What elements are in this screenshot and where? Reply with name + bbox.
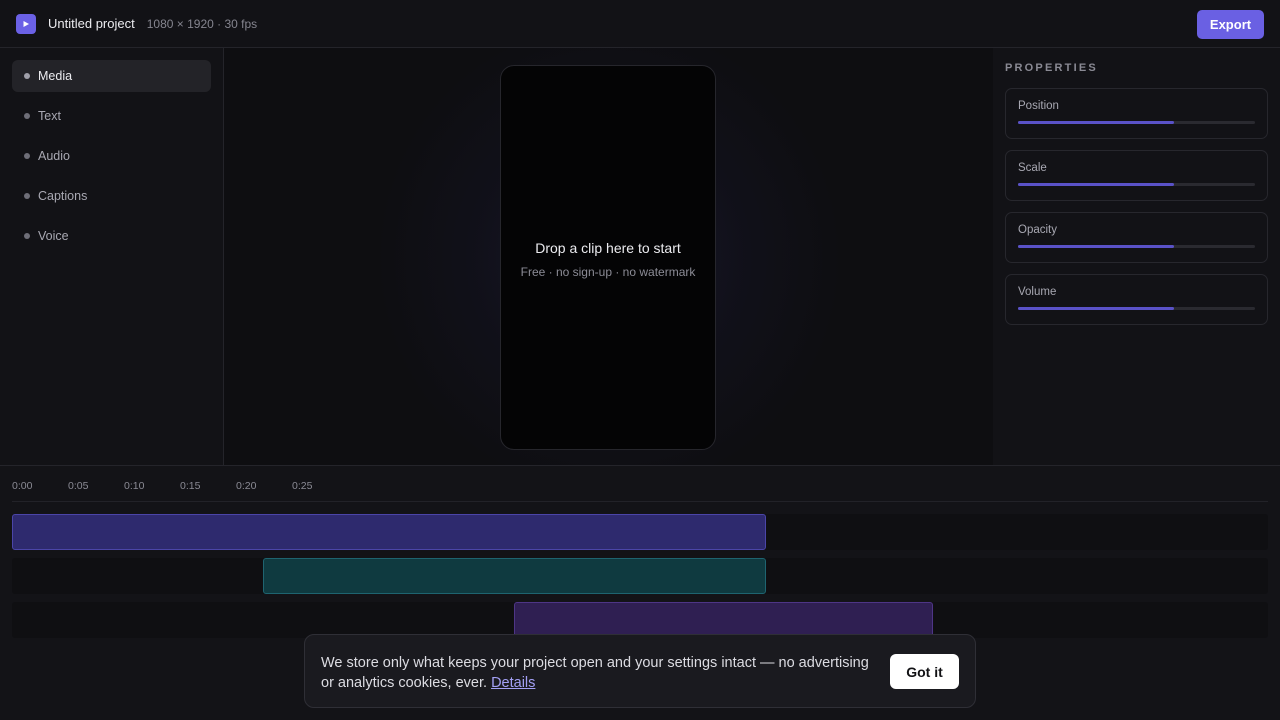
cookie-banner: We store only what keeps your project op… [304,634,976,708]
sidebar-item-audio[interactable]: Audio [12,140,211,172]
time-tick: 0:00 [12,480,33,492]
drop-zone-subtitle: Free · no sign-up · no watermark [520,265,696,279]
sidebar-item-text[interactable]: Text [12,100,211,132]
drop-zone[interactable]: Drop a clip here to start Free · no sign… [500,65,716,450]
property-label: Position [1018,100,1059,112]
property-volume: Volume [1005,274,1268,325]
property-label: Scale [1018,162,1047,174]
sidebar-item-captions[interactable]: Captions [12,180,211,212]
video-track [12,514,1268,550]
time-tick: 0:10 [124,480,145,492]
play-icon [16,13,36,34]
bullet-icon [24,193,30,199]
properties-title: PROPERTIES [1005,62,1098,74]
volume-slider[interactable] [1018,307,1255,310]
accept-cookies-button[interactable]: Got it [890,654,959,689]
audio-clip[interactable] [514,602,933,638]
sidebar-item-label: Media [38,69,73,83]
top-bar: Untitled project 1080 × 1920 · 30 fps Ex… [0,0,1280,48]
time-tick: 0:15 [180,480,201,492]
property-position: Position [1005,88,1268,139]
property-label: Opacity [1018,224,1057,236]
sidebar-item-label: Voice [38,229,69,243]
bullet-icon [24,73,30,79]
sidebar-item-label: Captions [38,189,88,203]
property-label: Volume [1018,286,1057,298]
timeline-ruler[interactable]: 0:00 0:05 0:10 0:15 0:20 0:25 [12,466,1268,502]
preview-stage: Drop a clip here to start Free · no sign… [224,48,993,465]
audio-track [12,602,1268,638]
project-title[interactable]: Untitled project [48,16,135,31]
text-clip[interactable] [263,558,766,594]
sidebar-item-label: Audio [38,149,70,163]
slider-fill [1018,183,1175,186]
sidebar-item-label: Text [38,109,61,123]
details-link[interactable]: Details [491,675,535,691]
drop-zone-title: Drop a clip here to start [535,240,681,256]
scale-slider[interactable] [1018,183,1255,186]
sidebar-item-media[interactable]: Media [12,60,211,92]
cookie-message-text: We store only what keeps your project op… [321,655,869,691]
project-meta: 1080 × 1920 · 30 fps [146,16,258,31]
position-slider[interactable] [1018,121,1255,124]
cookie-message: We store only what keeps your project op… [321,653,881,693]
text-track [12,558,1268,594]
bullet-icon [24,153,30,159]
opacity-slider[interactable] [1018,245,1255,248]
export-button[interactable]: Export [1197,10,1264,39]
sidebar: Media Text Audio Captions Voice [0,48,224,465]
properties-panel: PROPERTIES Position Scale Opacity Volume [993,48,1280,465]
bullet-icon [24,113,30,119]
time-tick: 0:25 [292,480,313,492]
property-scale: Scale [1005,150,1268,201]
sidebar-item-voice[interactable]: Voice [12,220,211,252]
slider-fill [1018,121,1175,124]
video-clip[interactable] [12,514,766,550]
slider-fill [1018,245,1175,248]
slider-fill [1018,307,1175,310]
time-tick: 0:20 [236,480,257,492]
time-tick: 0:05 [68,480,89,492]
bullet-icon [24,233,30,239]
property-opacity: Opacity [1005,212,1268,263]
